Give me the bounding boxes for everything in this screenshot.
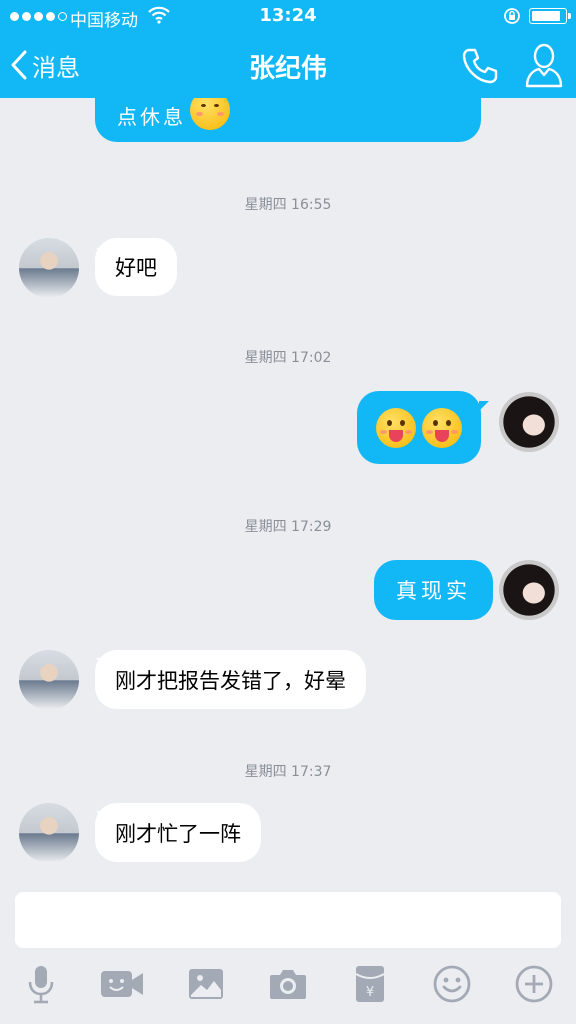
top-bar: 中国移动 13:24 消息 张纪伟 — [0, 0, 576, 98]
message-text: 刚才把报告发错了，好晕 — [115, 668, 346, 693]
status-bar: 中国移动 13:24 — [0, 0, 576, 34]
timestamp: 星期四 17:02 — [244, 350, 332, 366]
battery-icon — [529, 8, 571, 24]
message-bubble-in[interactable]: 好吧 — [95, 238, 177, 296]
timestamp: 星期四 16:55 — [244, 197, 332, 213]
phone-icon — [462, 48, 498, 84]
image-button[interactable] — [184, 964, 228, 1004]
chat-area[interactable]: 点休息 星期四 16:55 好吧 星期四 17:02 星期四 17:29 真现实 — [0, 98, 576, 880]
timestamp: 星期四 17:29 — [244, 519, 332, 535]
my-avatar[interactable] — [499, 392, 559, 452]
bubble-tail — [479, 570, 499, 580]
message-bubble-in[interactable]: 刚才忙了一阵 — [95, 803, 261, 862]
message-bubble-out[interactable]: 点休息 — [95, 98, 481, 142]
message-input[interactable] — [15, 892, 561, 948]
message-text: 好吧 — [115, 256, 157, 280]
profile-button[interactable] — [524, 42, 564, 88]
person-icon — [525, 43, 563, 88]
red-packet-icon: ¥ — [355, 966, 385, 1002]
video-call-icon — [101, 971, 143, 997]
voice-button[interactable] — [19, 964, 63, 1004]
microphone-icon — [28, 966, 54, 1004]
message-bubble-out[interactable]: 真现实 — [374, 560, 493, 620]
input-area: ¥ — [0, 880, 576, 1024]
camera-button[interactable] — [266, 964, 310, 1004]
sleepy-face-icon — [190, 98, 230, 130]
timestamp: 星期四 17:37 — [244, 764, 332, 780]
message-text: 刚才忙了一阵 — [115, 821, 241, 846]
message-text: 真现实 — [396, 579, 471, 603]
video-button[interactable] — [100, 964, 144, 1004]
emoji-button[interactable] — [430, 964, 474, 1004]
message-text: 点休息 — [117, 105, 186, 129]
svg-text:¥: ¥ — [366, 985, 374, 1000]
emoji-icon — [433, 965, 471, 1003]
camera-icon — [270, 970, 306, 999]
status-time: 13:24 — [259, 5, 317, 26]
more-button[interactable] — [512, 964, 556, 1004]
contact-avatar[interactable] — [19, 238, 79, 298]
message-bubble-in[interactable]: 刚才把报告发错了，好晕 — [95, 650, 366, 709]
my-avatar[interactable] — [499, 560, 559, 620]
contact-avatar[interactable] — [19, 803, 79, 863]
tongue-face-icon — [376, 407, 416, 448]
tongue-face-icon — [422, 407, 462, 448]
red-packet-button[interactable]: ¥ — [348, 964, 392, 1004]
rotation-lock-icon — [504, 8, 520, 24]
contact-avatar[interactable] — [19, 650, 79, 710]
plus-icon — [515, 965, 553, 1003]
call-button[interactable] — [460, 46, 500, 86]
image-icon — [189, 969, 223, 999]
bubble-tail — [479, 401, 499, 411]
message-bubble-out[interactable] — [357, 391, 481, 464]
